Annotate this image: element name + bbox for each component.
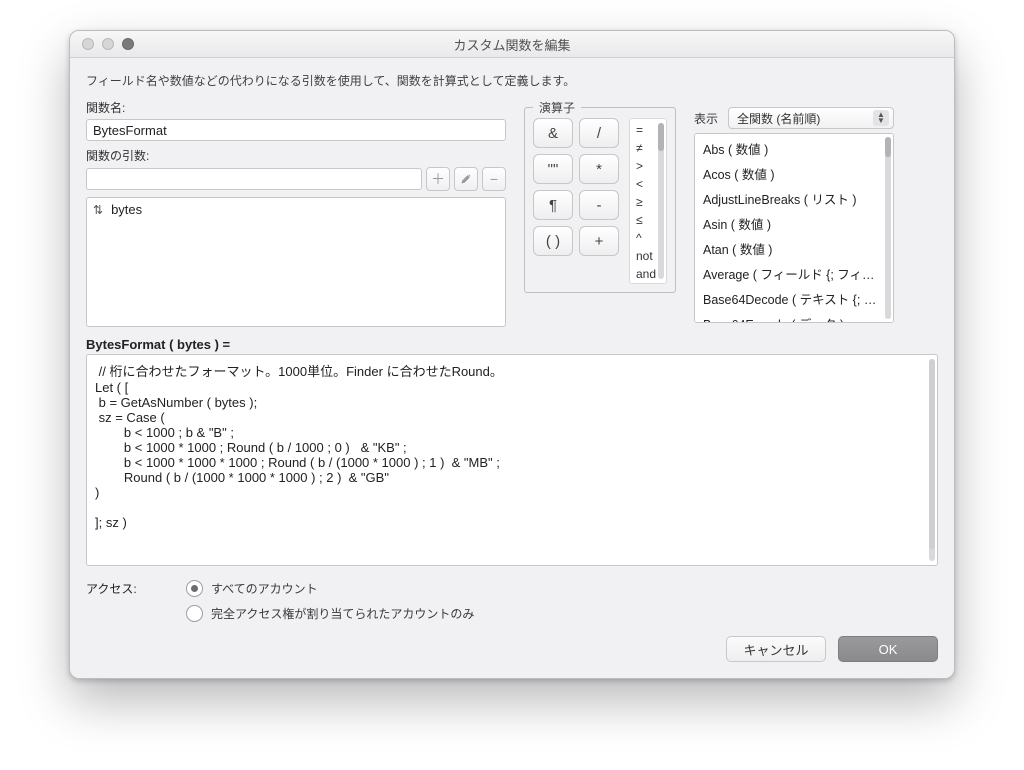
op-mul-button[interactable]: * xyxy=(579,154,619,184)
dialog-footer: キャンセル OK xyxy=(86,636,938,662)
op-div-button[interactable]: / xyxy=(579,118,619,148)
param-name: bytes xyxy=(111,202,142,217)
calculation-editor[interactable]: // 桁に合わせたフォーマット。1000単位。Finder に合わせたRound… xyxy=(86,354,938,566)
window-close-icon[interactable] xyxy=(82,38,94,50)
functions-scrollbar[interactable] xyxy=(885,137,891,319)
titlebar: カスタム関数を編集 xyxy=(70,31,954,58)
scrollbar-thumb[interactable] xyxy=(929,359,935,549)
functions-view-label: 表示 xyxy=(694,110,728,127)
dialog-window: カスタム関数を編集 フィールド名や数値などの代わりになる引数を使用して、関数を計… xyxy=(69,30,955,679)
radio-icon xyxy=(186,580,203,597)
instruction-text: フィールド名や数値などの代わりになる引数を使用して、関数を計算式として定義します… xyxy=(86,72,938,89)
op-plus-button[interactable]: + xyxy=(579,226,619,256)
chevron-updown-icon: ▲▼ xyxy=(873,110,889,126)
access-label: アクセス: xyxy=(86,580,186,597)
functions-view-select[interactable]: 全関数 (名前順) ▲▼ xyxy=(728,107,894,129)
window-minimize-icon[interactable] xyxy=(102,38,114,50)
operator-buttons: & / "" * ¶ - ( ) + xyxy=(533,118,619,284)
sort-handle-icon: ⇅ xyxy=(93,203,103,217)
param-row[interactable]: ⇅ bytes xyxy=(93,202,499,217)
arg-edit-button[interactable] xyxy=(454,167,478,191)
function-name-input[interactable] xyxy=(86,119,506,141)
calc-scrollbar[interactable] xyxy=(929,359,935,561)
radio-icon xyxy=(186,605,203,622)
function-item[interactable]: Average ( フィールド {; フィールド...} ) xyxy=(695,261,893,286)
comparator-scrollbar[interactable] xyxy=(658,123,664,279)
access-radio-full[interactable]: 完全アクセス権が割り当てられたアカウントのみ xyxy=(186,605,474,622)
function-args-label: 関数の引数: xyxy=(86,147,506,164)
arg-remove-button[interactable]: − xyxy=(482,167,506,191)
access-radio-all[interactable]: すべてのアカウント xyxy=(186,580,474,597)
left-column: 関数名: 関数の引数: ＋ − ⇅ bytes xyxy=(86,99,506,327)
function-item[interactable]: Base64Decode ( テキスト {; 拡張子を… xyxy=(695,286,893,311)
scrollbar-thumb[interactable] xyxy=(658,123,664,151)
ok-button[interactable]: OK xyxy=(838,636,938,662)
functions-column: 表示 全関数 (名前順) ▲▼ Abs ( 数値 ) Acos ( 数値 ) A… xyxy=(694,99,894,327)
op-minus-button[interactable]: - xyxy=(579,190,619,220)
window-controls xyxy=(70,38,134,50)
cancel-button[interactable]: キャンセル xyxy=(726,636,826,662)
function-item[interactable]: AdjustLineBreaks ( リスト ) xyxy=(695,186,893,211)
op-quote-button[interactable]: "" xyxy=(533,154,573,184)
radio-label: すべてのアカウント xyxy=(211,580,318,597)
pencil-icon xyxy=(460,173,472,185)
function-item[interactable]: Acos ( 数値 ) xyxy=(695,161,893,186)
op-paren-button[interactable]: ( ) xyxy=(533,226,573,256)
function-name-label: 関数名: xyxy=(86,99,506,116)
functions-view-value: 全関数 (名前順) xyxy=(737,110,820,127)
params-list[interactable]: ⇅ bytes xyxy=(86,197,506,327)
comparator-list[interactable]: = ≠ > < ≥ ≤ ^ not and xyxy=(629,118,667,284)
dialog-content: フィールド名や数値などの代わりになる引数を使用して、関数を計算式として定義します… xyxy=(70,58,954,678)
window-title: カスタム関数を編集 xyxy=(70,35,954,54)
arg-add-button[interactable]: ＋ xyxy=(426,167,450,191)
window-zoom-icon[interactable] xyxy=(122,38,134,50)
op-amp-button[interactable]: & xyxy=(533,118,573,148)
function-item[interactable]: Atan ( 数値 ) xyxy=(695,236,893,261)
radio-label: 完全アクセス権が割り当てられたアカウントのみ xyxy=(211,605,474,622)
function-signature: BytesFormat ( bytes ) = xyxy=(86,337,938,352)
operators-legend: 演算子 xyxy=(533,99,581,116)
calculation-text: // 桁に合わせたフォーマット。1000単位。Finder に合わせたRound… xyxy=(95,364,503,530)
operators-column: 演算子 & / "" * ¶ - ( ) + = ≠ > xyxy=(524,99,676,327)
op-pilcrow-button[interactable]: ¶ xyxy=(533,190,573,220)
function-item[interactable]: Base64Encode ( データ ) xyxy=(695,311,893,323)
scrollbar-thumb[interactable] xyxy=(885,137,891,157)
function-arg-input[interactable] xyxy=(86,168,422,190)
functions-list[interactable]: Abs ( 数値 ) Acos ( 数値 ) AdjustLineBreaks … xyxy=(694,133,894,323)
function-item[interactable]: Abs ( 数値 ) xyxy=(695,136,893,161)
operators-fieldset: 演算子 & / "" * ¶ - ( ) + = ≠ > xyxy=(524,107,676,293)
access-row: アクセス: すべてのアカウント 完全アクセス権が割り当てられたアカウントのみ xyxy=(86,580,938,622)
function-item[interactable]: Asin ( 数値 ) xyxy=(695,211,893,236)
